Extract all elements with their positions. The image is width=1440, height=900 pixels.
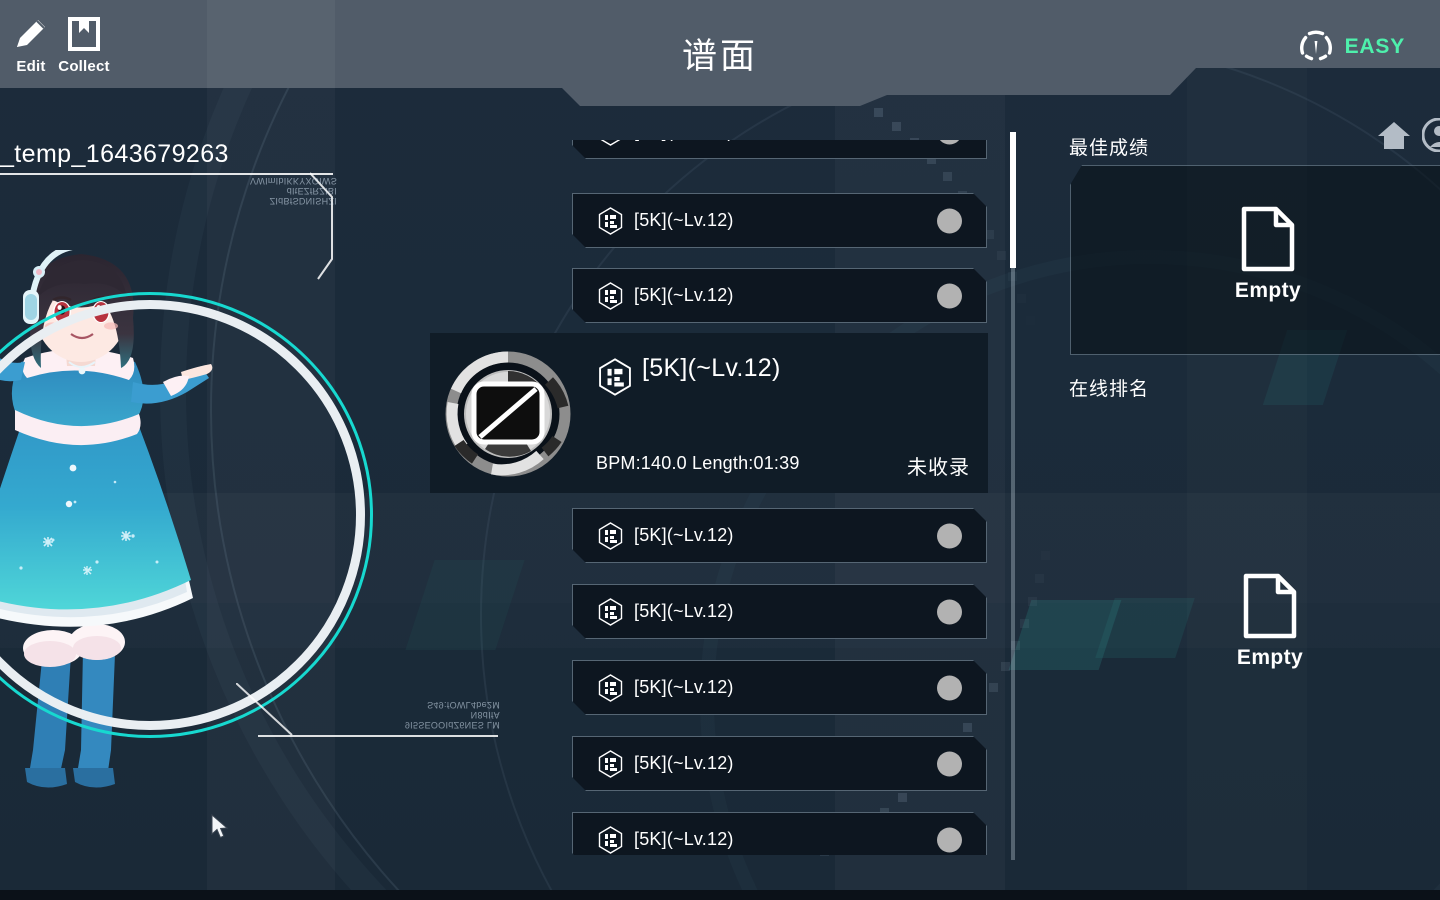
title-underline — [0, 173, 333, 175]
list-item-status-dot[interactable] — [937, 283, 962, 308]
chart-hex-icon — [599, 358, 631, 396]
list-item-status-dot[interactable] — [937, 208, 962, 233]
list-item[interactable]: [5K](~Lv.12) — [572, 812, 987, 855]
list-item-label: [5K](~Lv.12) — [634, 210, 734, 230]
list-item[interactable]: [5K](~Lv.12) — [572, 140, 987, 159]
mouse-cursor — [211, 814, 229, 839]
selected-chart-card[interactable]: [5K](~Lv.12) BPM:140.0 Length:01:39 未收录 — [430, 333, 988, 493]
list-item-label: [5K](~Lv.12) — [634, 677, 734, 697]
best-score-label: 最佳成绩 — [1069, 138, 1150, 159]
list-scrollbar[interactable] — [1010, 132, 1016, 860]
document-icon — [1243, 573, 1297, 639]
profile-icon[interactable] — [1421, 117, 1440, 157]
nav-icon-group[interactable] — [1377, 117, 1440, 157]
online-rank-empty: Empty — [1205, 573, 1335, 670]
home-icon[interactable] — [1377, 120, 1411, 155]
best-score-empty: Empty — [1203, 206, 1333, 303]
chart-hex-icon — [598, 281, 623, 310]
chart-hex-icon — [598, 597, 623, 626]
lower-deco-diagonal — [236, 683, 293, 736]
selected-chart-label: [5K](~Lv.12) — [642, 354, 781, 382]
best-score-empty-label: Empty — [1234, 279, 1302, 302]
chart-hex-icon — [598, 673, 623, 702]
document-icon — [1241, 206, 1295, 272]
chart-hex-icon — [598, 140, 623, 146]
page-title: 谱面 — [681, 37, 758, 76]
online-rank-empty-label: Empty — [1236, 646, 1304, 669]
chart-hex-icon — [598, 749, 623, 778]
list-item-status-dot[interactable] — [937, 751, 962, 776]
chart-hex-icon — [598, 521, 623, 550]
chart-hex-icon — [598, 825, 623, 854]
list-item-label: [5K](~Lv.12) — [634, 525, 734, 545]
gauge-icon — [1296, 24, 1336, 69]
list-item[interactable]: [5K](~Lv.12) — [572, 660, 987, 715]
list-item-status-dot[interactable] — [937, 523, 962, 548]
decorative-text-top: ZIdBfSDNISHZI dItEZfRZIBI VWImIbIKKYXGIW… — [249, 176, 337, 206]
list-item-label: [5K](~Lv.12) — [634, 601, 734, 621]
character-ring-inner — [0, 292, 373, 738]
list-item-label: [5K](~Lv.12) — [634, 829, 734, 849]
song-title: _temp_1643679263 — [0, 140, 229, 168]
online-rank-label: 在线排名 — [1069, 379, 1150, 400]
scrollbar-thumb[interactable] — [1010, 132, 1016, 268]
chart-list[interactable]: [5K](~Lv.12) [5K](~Lv.12) [5K](~Lv.12) B… — [430, 140, 1010, 855]
list-item-label: [5K](~Lv.12) — [634, 285, 734, 305]
difficulty-badge[interactable]: EASY — [1296, 24, 1405, 69]
difficulty-label: EASY — [1344, 34, 1405, 58]
list-item-label: [5K](~Lv.12) — [634, 753, 734, 773]
bottom-letterbox — [0, 890, 1440, 900]
list-item[interactable]: [5K](~Lv.12) — [572, 736, 987, 791]
list-item[interactable]: [5K](~Lv.12) — [572, 584, 987, 639]
selected-chart-status: 未收录 — [907, 457, 970, 479]
selected-chart-meta: BPM:140.0 Length:01:39 — [596, 453, 800, 473]
game-screen: _temp_1643679263 ZIdBfSDNISHZI dItEZfRZI… — [0, 0, 1440, 900]
list-item-status-dot[interactable] — [937, 827, 962, 852]
chart-hex-icon — [598, 206, 623, 235]
list-item[interactable]: [5K](~Lv.12) — [572, 268, 987, 323]
no-image-icon — [445, 351, 571, 477]
list-item-status-dot[interactable] — [937, 599, 962, 624]
list-item-status-dot[interactable] — [937, 675, 962, 700]
character-illustration — [0, 250, 373, 788]
list-item-status-dot[interactable] — [937, 140, 962, 144]
list-item[interactable]: [5K](~Lv.12) — [572, 508, 987, 563]
list-item-label: [5K](~Lv.12) — [634, 140, 734, 142]
list-item[interactable]: [5K](~Lv.12) — [572, 193, 987, 248]
